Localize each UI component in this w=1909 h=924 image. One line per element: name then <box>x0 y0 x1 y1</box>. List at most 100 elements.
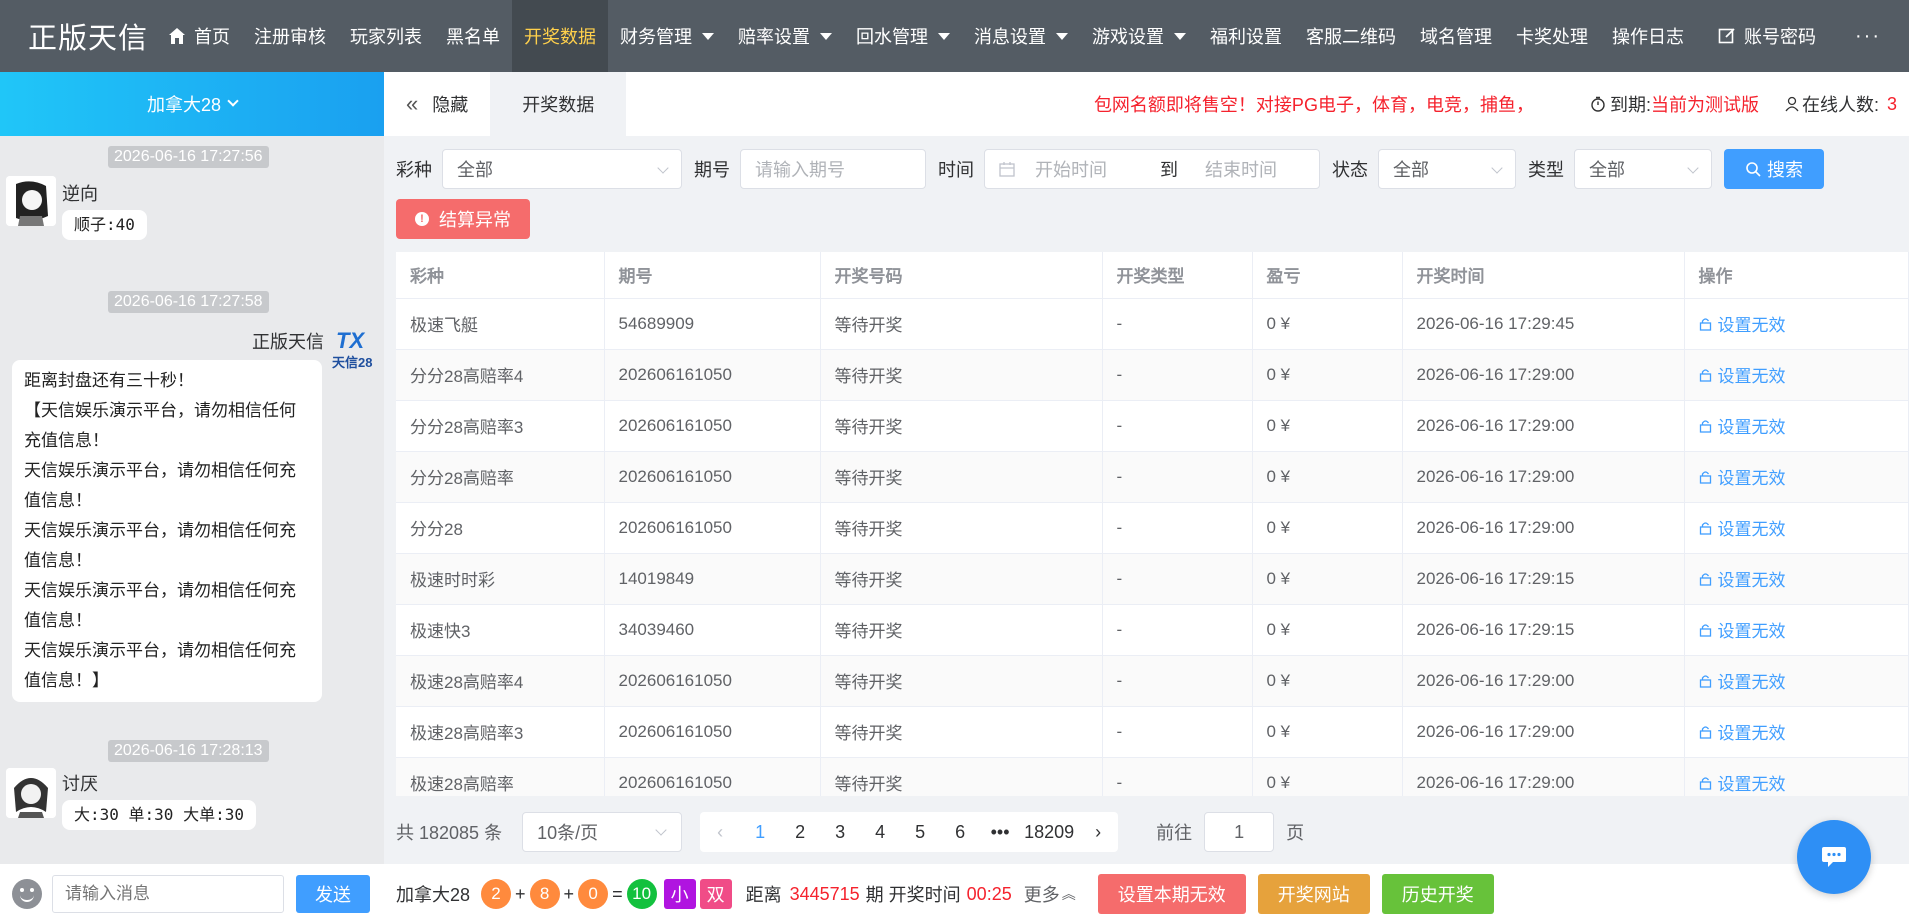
parity-tag: 双 <box>699 879 732 909</box>
set-invalid-link[interactable]: 设置无效 <box>1699 311 1908 336</box>
end-time-input[interactable]: 结束时间 <box>1205 156 1277 182</box>
table-cell: 极速飞艇 <box>396 298 605 350</box>
set-invalid-link[interactable]: 设置无效 <box>1699 617 1908 642</box>
set-invalid-button[interactable]: 设置本期无效 <box>1097 874 1246 914</box>
nav-item-message-settings[interactable]: 消息设置 <box>962 0 1080 72</box>
page-button[interactable]: 5 <box>900 812 940 852</box>
more-pages-button[interactable]: ••• <box>980 812 1020 852</box>
table-cell: 等待开奖 <box>820 757 1103 796</box>
table-cell: 2026-06-16 17:29:00 <box>1402 757 1685 796</box>
table-header-row: 彩种 期号 开奖号码 开奖类型 盈亏 开奖时间 操作 <box>396 252 1909 299</box>
result-ball: 2 <box>481 879 512 909</box>
search-button[interactable]: 搜索 <box>1724 149 1824 189</box>
page-size-select[interactable]: 10条/页 <box>522 812 683 852</box>
set-invalid-link[interactable]: 设置无效 <box>1699 566 1908 591</box>
start-time-input[interactable]: 开始时间 <box>1035 156 1145 182</box>
game-name: 加拿大28 <box>146 95 222 115</box>
nav-item-finance[interactable]: 财务管理 <box>608 0 726 72</box>
nav-label: 卡奖处理 <box>1516 27 1588 47</box>
set-invalid-link[interactable]: 设置无效 <box>1699 413 1908 438</box>
set-invalid-link[interactable]: 设置无效 <box>1699 770 1908 795</box>
nav-item-lottery-data[interactable]: 开奖数据 <box>512 0 608 72</box>
expire-info: 到期: 当前为测试版 <box>1590 91 1759 117</box>
prev-page-button[interactable]: ‹ <box>700 812 740 852</box>
table-row: 分分28 202606161050 等待开奖 -0 ¥2026-06-16 17:29… <box>396 502 1909 554</box>
goto-page-input[interactable]: 1 <box>1204 812 1275 852</box>
emoji-icon[interactable] <box>12 879 42 909</box>
table-cell: 2026-06-16 17:29:00 <box>1402 502 1685 554</box>
user-icon <box>1785 96 1799 112</box>
chat-messages[interactable]: 2026-06-16 17:27:56 逆向 顺子:40 2026-06-16 … <box>0 136 384 856</box>
table-cell-action: 设置无效 <box>1684 502 1909 554</box>
nav-item-register-review[interactable]: 注册审核 <box>242 0 338 72</box>
nav-item-stuck-draw[interactable]: 卡奖处理 <box>1504 0 1600 72</box>
issue-input[interactable]: 请输入期号 <box>740 149 926 189</box>
page-button[interactable]: 4 <box>860 812 900 852</box>
set-invalid-link[interactable]: 设置无效 <box>1699 668 1908 693</box>
table-cell: 54689909 <box>604 298 821 350</box>
history-draw-button[interactable]: 历史开奖 <box>1381 874 1494 914</box>
type-select-value: 全部 <box>1589 160 1625 180</box>
game-selector[interactable]: 加拿大28 <box>0 72 384 136</box>
table-cell: - <box>1102 298 1253 350</box>
send-button[interactable]: 发送 <box>296 875 370 913</box>
set-invalid-label: 设置无效 <box>1717 571 1786 590</box>
nav-item-game-settings[interactable]: 游戏设置 <box>1080 0 1198 72</box>
chevron-down-icon <box>655 824 667 836</box>
hide-sidebar-button[interactable]: « 隐藏 <box>384 72 490 136</box>
status-select[interactable]: 全部 <box>1378 149 1516 189</box>
nav-item-player-list[interactable]: 玩家列表 <box>338 0 434 72</box>
nav-item-blacklist[interactable]: 黑名单 <box>434 0 512 72</box>
set-invalid-link[interactable]: 设置无效 <box>1699 464 1908 489</box>
nav-item-welfare[interactable]: 福利设置 <box>1198 0 1294 72</box>
message-input[interactable] <box>52 875 284 913</box>
nav-item-account-password[interactable]: 账号密码 <box>1706 0 1828 72</box>
settlement-abnormal-button[interactable]: ! 结算异常 <box>396 199 530 239</box>
tab-lottery-data[interactable]: 开奖数据 <box>490 72 627 136</box>
more-toggle[interactable]: 更多 ︽ <box>1024 881 1076 907</box>
table-cell: 极速快3 <box>396 604 605 656</box>
page-button[interactable]: 2 <box>780 812 820 852</box>
lock-icon <box>1699 776 1711 790</box>
nav-item-rebate[interactable]: 回水管理 <box>844 0 962 72</box>
page-button[interactable]: 1 <box>740 812 780 852</box>
lock-icon <box>1699 419 1711 433</box>
table-cell: 202606161050 <box>604 451 821 503</box>
lottery-site-button[interactable]: 开奖网站 <box>1257 874 1370 914</box>
page-button[interactable]: 18209 <box>1020 812 1078 852</box>
nav-item-home[interactable]: 首页 <box>156 0 242 72</box>
table-cell: 0 ¥ <box>1252 400 1403 452</box>
goto-page: 前往 1 页 <box>1156 812 1304 852</box>
message-username: 讨厌 <box>62 774 98 794</box>
table-cell: 分分28高赔率 <box>396 451 605 503</box>
lottery-table: 彩种 期号 开奖号码 开奖类型 盈亏 开奖时间 操作 极速飞艇 54689909 等… <box>396 252 1909 796</box>
result-sum: 10 <box>626 879 657 909</box>
table-cell: 0 ¥ <box>1252 298 1403 350</box>
page-size-value: 10条/页 <box>537 823 599 843</box>
nav-more-icon[interactable]: ··· <box>1843 25 1909 48</box>
nav-item-operation-log[interactable]: 操作日志 <box>1600 0 1696 72</box>
nav-label: 注册审核 <box>254 27 326 47</box>
nav-item-service-qrcode[interactable]: 客服二维码 <box>1294 0 1408 72</box>
next-page-button[interactable]: › <box>1078 812 1118 852</box>
table-cell: 0 ¥ <box>1252 655 1403 707</box>
page-button[interactable]: 3 <box>820 812 860 852</box>
table-cell: 2026-06-16 17:29:15 <box>1402 604 1685 656</box>
equals-sign: = <box>612 883 623 904</box>
lock-icon <box>1699 521 1711 535</box>
set-invalid-link[interactable]: 设置无效 <box>1699 362 1908 387</box>
column-header: 开奖类型 <box>1102 252 1253 299</box>
nav-item-domain[interactable]: 域名管理 <box>1408 0 1504 72</box>
chat-float-button[interactable] <box>1797 820 1871 894</box>
table-cell: 极速时时彩 <box>396 553 605 605</box>
countdown: 00:25 <box>966 883 1012 904</box>
set-invalid-link[interactable]: 设置无效 <box>1699 719 1908 744</box>
page-button[interactable]: 6 <box>940 812 980 852</box>
nav-item-odds[interactable]: 赔率设置 <box>726 0 844 72</box>
lottery-select[interactable]: 全部 <box>442 149 682 189</box>
set-invalid-link[interactable]: 设置无效 <box>1699 515 1908 540</box>
table-cell: 分分28 <box>396 502 605 554</box>
table-cell: - <box>1102 655 1253 707</box>
type-select[interactable]: 全部 <box>1574 149 1712 189</box>
time-range-picker[interactable]: 开始时间 到 结束时间 <box>984 149 1320 189</box>
